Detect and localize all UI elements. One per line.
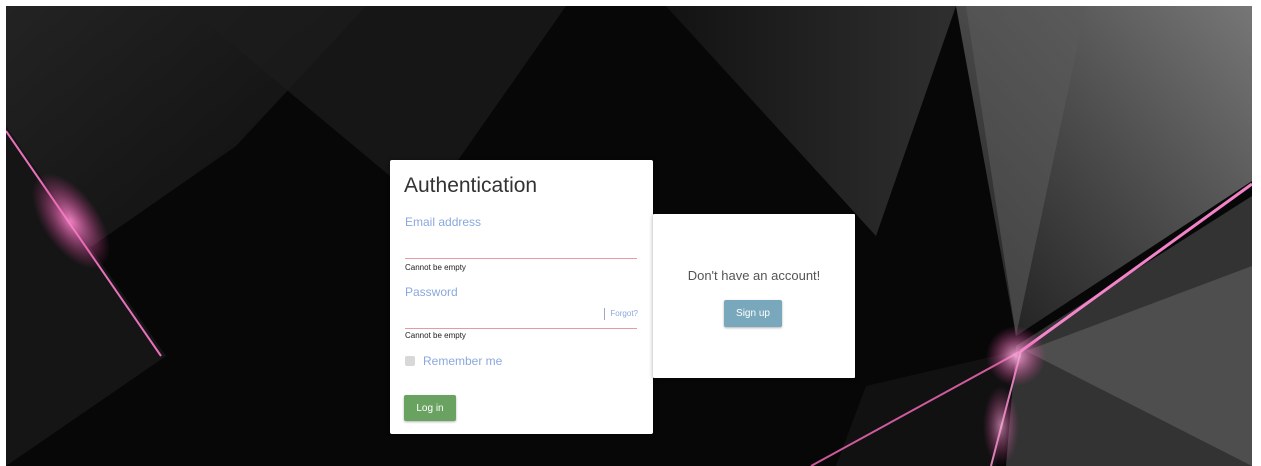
remember-me-checkbox[interactable] <box>405 356 415 366</box>
remember-me-label: Remember me <box>423 354 503 368</box>
signup-prompt: Don't have an account! <box>687 268 821 283</box>
password-label: Password <box>405 285 458 299</box>
signup-card: Don't have an account! Sign up <box>653 214 855 378</box>
password-error-text: Cannot be empty <box>405 331 466 340</box>
login-button[interactable]: Log in <box>404 395 456 421</box>
forgot-password-link[interactable]: Forgot? <box>604 308 638 320</box>
email-label: Email address <box>405 215 482 229</box>
login-title: Authentication <box>404 174 538 197</box>
remember-me-row[interactable]: Remember me <box>405 354 502 368</box>
signup-button[interactable]: Sign up <box>724 300 782 327</box>
password-input[interactable] <box>405 308 590 329</box>
email-input[interactable] <box>405 238 637 259</box>
password-underline <box>405 328 637 329</box>
email-error-text: Cannot be empty <box>405 263 466 272</box>
login-card: Authentication Email address Cannot be e… <box>390 160 653 434</box>
